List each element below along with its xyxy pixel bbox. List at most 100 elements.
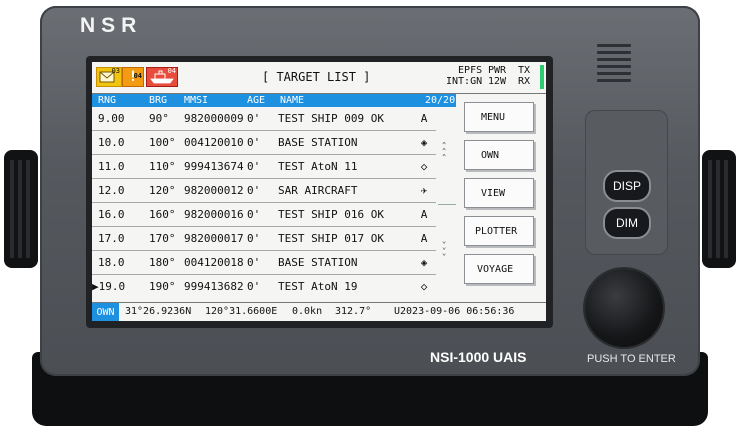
- aircraft-icon: ✈: [420, 184, 428, 197]
- cell-name: BASE STATION: [278, 136, 358, 149]
- right-mount-knob[interactable]: [702, 150, 736, 268]
- cell-age: 0': [247, 112, 261, 125]
- base-station-icon: ◈: [420, 136, 428, 149]
- cell-mmsi: 004120010: [184, 136, 244, 149]
- table-row[interactable]: 16.0 160° 982000016 0' TEST SHIP 016 OK …: [92, 203, 436, 227]
- table-header: RNG BRG MMSI AGE NAME 20/20: [92, 94, 456, 107]
- rx-label: RX: [518, 76, 531, 87]
- epfs-label: EPFS: [458, 65, 483, 76]
- table-row[interactable]: 17.0 170° 982000017 0' TEST SHIP 017 OK …: [92, 227, 436, 251]
- cell-rng: 17.0: [98, 232, 125, 245]
- aton-icon: ◇: [420, 160, 428, 173]
- cell-mmsi: 982000012: [184, 184, 244, 197]
- voyage-button[interactable]: VOYAGE: [464, 254, 534, 284]
- table-row-selected[interactable]: ▶19.0 190° 999413682 0' TEST AtoN 19 ◇: [92, 275, 436, 298]
- cell-mmsi: 982000017: [184, 232, 244, 245]
- cell-brg: 100°: [149, 136, 176, 149]
- list-scrollbar[interactable]: ⌃ ⌃ ⌃ ⌄ ⌄ ⌄: [438, 107, 456, 299]
- cell-name: TEST AtoN 19: [278, 280, 358, 293]
- vessel-type-icon: A: [420, 112, 428, 125]
- own-cog: 312.7°: [335, 306, 372, 317]
- cell-age: 0': [247, 208, 261, 221]
- disp-button[interactable]: DISP: [603, 170, 651, 202]
- voyage-label: VOYAGE: [477, 264, 514, 275]
- tx-indicator: [540, 65, 544, 89]
- cell-brg: 160°: [149, 208, 176, 221]
- speaker-grille: [597, 44, 631, 86]
- col-brg[interactable]: BRG: [149, 95, 167, 106]
- aton-icon: ◇: [420, 280, 428, 293]
- cell-rng: 9.00: [98, 112, 125, 125]
- own-button[interactable]: OWN: [464, 140, 534, 170]
- table-row[interactable]: 9.00 90° 982000009 0' TEST SHIP 009 OK A: [92, 107, 436, 131]
- utc-clock: U2023-09-06 06:56:36: [394, 306, 515, 317]
- table-row[interactable]: 10.0 100° 004120010 0' BASE STATION ◈: [92, 131, 436, 155]
- status-bar: 03 ! 04 04 [ TARGET LIST ] EPFS INT:GN P…: [92, 62, 546, 94]
- cell-brg: 120°: [149, 184, 176, 197]
- cell-age: 0': [247, 160, 261, 173]
- cell-rng: 12.0: [98, 184, 125, 197]
- dim-button[interactable]: DIM: [603, 207, 651, 239]
- cell-rng: 18.0: [98, 256, 125, 269]
- cell-age: 0': [247, 136, 261, 149]
- cell-rng: 10.0: [98, 136, 125, 149]
- cell-mmsi: 999413682: [184, 280, 244, 293]
- own-longitude: 120°31.6600E: [205, 306, 278, 317]
- cell-age: 0': [247, 280, 261, 293]
- vessel-type-icon: A: [420, 232, 428, 245]
- rotary-dial[interactable]: [585, 269, 663, 347]
- cell-name: TEST SHIP 016 OK: [278, 208, 384, 221]
- message-count: 03: [111, 67, 120, 75]
- own-sog: 0.0kn: [292, 306, 323, 317]
- brand-logo: NSR: [80, 14, 143, 37]
- cell-brg: 90°: [149, 112, 169, 125]
- own-label: OWN: [481, 150, 500, 161]
- cell-brg: 170°: [149, 232, 176, 245]
- col-name[interactable]: NAME: [280, 95, 304, 106]
- ship-alert-icon[interactable]: 04: [146, 67, 178, 87]
- cell-brg: 190°: [149, 280, 176, 293]
- cell-name: SAR AIRCRAFT: [278, 184, 358, 197]
- cell-age: 0': [247, 256, 261, 269]
- scroll-up-icon[interactable]: ⌃ ⌃ ⌃: [442, 142, 446, 161]
- cell-rng: 11.0: [98, 160, 125, 173]
- plotter-button[interactable]: PLOTTER: [464, 216, 534, 246]
- cell-mmsi: 999413674: [184, 160, 244, 173]
- page-title: [ TARGET LIST ]: [262, 70, 371, 84]
- view-button[interactable]: VIEW: [464, 178, 534, 208]
- cell-name: TEST AtoN 11: [278, 160, 358, 173]
- col-rng[interactable]: RNG: [98, 95, 116, 106]
- col-age[interactable]: AGE: [247, 95, 265, 106]
- cell-name: TEST SHIP 017 OK: [278, 232, 384, 245]
- scroll-down-icon[interactable]: ⌄ ⌄ ⌄: [442, 238, 446, 257]
- menu-label: MENU: [481, 112, 506, 123]
- cell-name: TEST SHIP 009 OK: [278, 112, 384, 125]
- epfs-value: INT:GN: [446, 76, 483, 87]
- cell-brg: 180°: [149, 256, 176, 269]
- power-status: PWR 12W: [488, 65, 506, 87]
- cell-mmsi: 004120018: [184, 256, 244, 269]
- target-list: 9.00 90° 982000009 0' TEST SHIP 009 OK A…: [92, 107, 436, 298]
- left-mount-knob[interactable]: [4, 150, 38, 268]
- table-row[interactable]: 11.0 110° 999413674 0' TEST AtoN 11 ◇: [92, 155, 436, 179]
- epfs-status: EPFS INT:GN: [446, 65, 482, 87]
- tx-label: TX: [518, 65, 531, 76]
- menu-button[interactable]: MENU: [464, 102, 534, 132]
- keypad-panel: DISP DIM: [585, 110, 668, 255]
- txrx-status: TX RX: [518, 65, 530, 87]
- own-tag: OWN: [92, 303, 119, 321]
- ship-alert-count: 04: [167, 67, 176, 75]
- pwr-value: 12W: [488, 76, 507, 87]
- col-mmsi[interactable]: MMSI: [184, 95, 208, 106]
- pwr-label: PWR: [488, 65, 507, 76]
- table-row[interactable]: 12.0 120° 982000012 0' SAR AIRCRAFT ✈: [92, 179, 436, 203]
- plotter-label: PLOTTER: [475, 226, 518, 237]
- cell-rng: ▶19.0: [92, 280, 126, 293]
- message-alert-icon[interactable]: 03: [96, 67, 122, 87]
- lcd-screen: 03 ! 04 04 [ TARGET LIST ] EPFS INT:GN P…: [92, 62, 546, 321]
- table-row[interactable]: 18.0 180° 004120018 0' BASE STATION ◈: [92, 251, 436, 275]
- warning-alert-icon[interactable]: ! 04: [122, 67, 144, 87]
- cell-age: 0': [247, 184, 261, 197]
- cell-rng: 16.0: [98, 208, 125, 221]
- cell-age: 0': [247, 232, 261, 245]
